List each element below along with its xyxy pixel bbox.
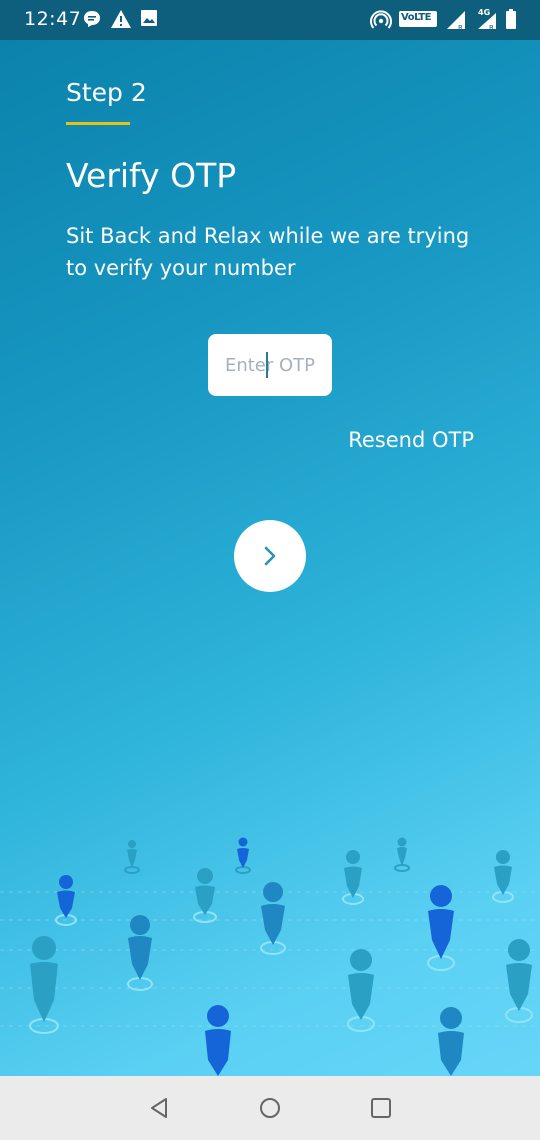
signal-4g-icon: R bbox=[478, 13, 496, 31]
person-figure bbox=[193, 868, 217, 923]
home-icon[interactable] bbox=[258, 1096, 282, 1120]
page-title: Verify OTP bbox=[66, 156, 237, 195]
volte-badge-icon: VoLTE bbox=[399, 11, 437, 27]
page-subtitle: Sit Back and Relax while we are trying t… bbox=[66, 224, 470, 280]
svg-text:R: R bbox=[458, 24, 463, 31]
person-figure bbox=[235, 837, 251, 874]
phone-screen: 12:47 VoLTE R 4G R Step 2 Verify OTP Sit… bbox=[0, 0, 540, 1140]
resend-otp-link[interactable]: Resend OTP bbox=[348, 428, 474, 452]
step-underline bbox=[66, 122, 130, 125]
person-figure bbox=[342, 850, 364, 905]
recents-icon[interactable] bbox=[369, 1096, 393, 1120]
person-figure bbox=[29, 936, 59, 1034]
person-figure bbox=[260, 882, 286, 955]
otp-field[interactable] bbox=[208, 334, 332, 396]
chat-bubble-icon bbox=[84, 11, 100, 27]
back-icon[interactable] bbox=[148, 1096, 172, 1120]
person-figure bbox=[505, 939, 533, 1023]
battery-icon bbox=[506, 9, 516, 29]
image-icon bbox=[141, 10, 157, 26]
people-map-illustration bbox=[0, 837, 540, 1076]
person-figure bbox=[205, 1005, 231, 1076]
svg-text:R: R bbox=[489, 24, 494, 31]
warning-icon bbox=[111, 10, 131, 28]
status-time: 12:47 bbox=[24, 8, 82, 30]
navigation-bar bbox=[0, 1076, 540, 1140]
otp-input[interactable] bbox=[208, 334, 332, 396]
person-figure bbox=[492, 850, 514, 903]
text-cursor bbox=[266, 352, 268, 378]
person-figure bbox=[394, 837, 410, 872]
next-button[interactable] bbox=[234, 520, 306, 592]
volte-text: VoLTE bbox=[401, 12, 431, 23]
person-figure bbox=[347, 949, 375, 1032]
person-figure bbox=[127, 915, 153, 991]
verify-otp-screen: Step 2 Verify OTP Sit Back and Relax whi… bbox=[0, 40, 540, 1076]
step-label: Step 2 bbox=[66, 78, 147, 107]
person-figure bbox=[427, 885, 455, 971]
person-figure bbox=[55, 875, 77, 926]
person-figure bbox=[438, 1007, 464, 1076]
status-bar: 12:47 VoLTE R 4G R bbox=[0, 0, 540, 40]
person-figure bbox=[124, 840, 140, 874]
hotspot-icon bbox=[370, 10, 392, 29]
signal-icon: R bbox=[447, 11, 465, 31]
chevron-right-icon bbox=[264, 546, 276, 566]
